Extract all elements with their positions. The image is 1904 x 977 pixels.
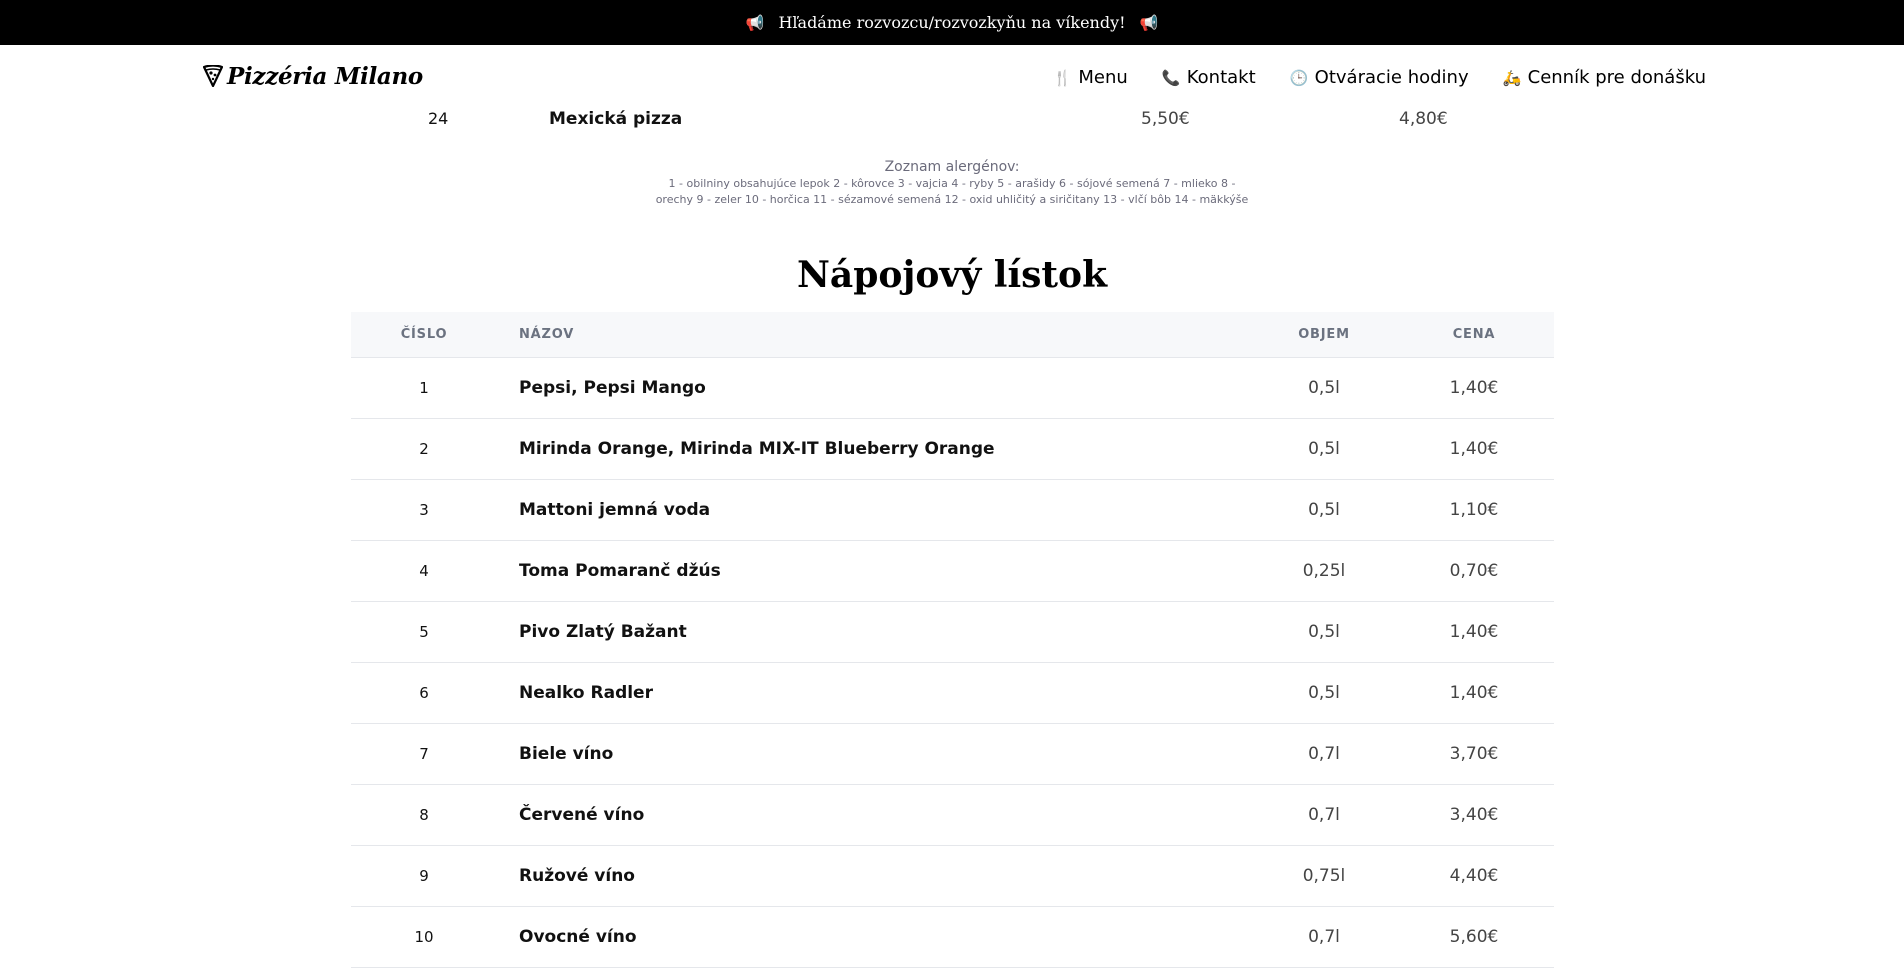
drink-price: 3,70€	[1449, 744, 1499, 764]
drink-price: 1,40€	[1449, 378, 1499, 398]
phone-icon: 📞	[1161, 68, 1181, 87]
drink-price: 1,40€	[1449, 683, 1499, 703]
drink-number: 8	[419, 806, 429, 824]
drink-volume: 0,7l	[1308, 805, 1340, 825]
allergen-line: 1 - obilniny obsahujúce lepok 2 - kôrovc…	[668, 177, 1236, 190]
nav-item-delivery-prices[interactable]: 🛵 Cenník pre donášku	[1503, 67, 1706, 88]
drink-price: 1,40€	[1449, 439, 1499, 459]
table-row: 3 Mattoni jemná voda 0,5l 1,10€	[351, 480, 1554, 541]
drink-name: Pivo Zlatý Bažant	[519, 622, 687, 642]
drink-price: 4,40€	[1449, 866, 1499, 886]
scooter-icon: 🛵	[1502, 68, 1522, 87]
pizza-price: 5,50€	[1141, 109, 1190, 129]
column-header-number: ČÍSLO	[400, 327, 448, 342]
drink-number: 2	[419, 440, 429, 458]
fork-knife-icon: 🍴	[1053, 68, 1073, 87]
table-row: 4 Toma Pomaranč džús 0,25l 0,70€	[351, 541, 1554, 602]
column-header-volume: OBJEM	[1298, 327, 1350, 342]
nav-item-menu[interactable]: 🍴 Menu	[1053, 67, 1127, 88]
announcement-bar: 📢 Hľadáme rozvozcu/rozvozkyňu na víkendy…	[0, 0, 1904, 45]
nav-item-label: Kontakt	[1186, 67, 1256, 88]
drink-volume: 0,5l	[1308, 683, 1340, 703]
logo[interactable]: Pizzéria Milano	[203, 61, 423, 91]
table-row: 2 Mirinda Orange, Mirinda MIX-IT Blueber…	[351, 419, 1554, 480]
drink-number: 10	[414, 928, 434, 946]
table-row: 5 Pivo Zlatý Bažant 0,5l 1,40€	[351, 602, 1554, 663]
drink-name: Ružové víno	[519, 866, 635, 886]
pizza-number: 24	[428, 109, 449, 128]
megaphone-icon: 📢	[745, 13, 765, 32]
drink-price: 1,40€	[1449, 622, 1499, 642]
allergen-list: Zoznam alergénov: 1 - obilniny obsahujúc…	[652, 158, 1252, 208]
table-row: 8 Červené víno 0,7l 3,40€	[351, 785, 1554, 846]
pizza-table-row: 24 Mexická pizza 5,50€ 4,80€	[0, 107, 1904, 133]
drink-volume: 0,25l	[1302, 561, 1346, 581]
drink-number: 3	[419, 501, 429, 519]
drink-name: Červené víno	[519, 805, 645, 825]
drink-number: 6	[419, 684, 429, 702]
drink-number: 7	[419, 745, 429, 763]
pizza-price-alt: 4,80€	[1399, 109, 1448, 129]
main-nav: 🍴 Menu 📞 Kontakt 🕒 Otváracie hodiny 🛵 Ce…	[1053, 67, 1706, 88]
drink-number: 5	[419, 623, 429, 641]
drink-price: 0,70€	[1449, 561, 1499, 581]
drink-volume: 0,7l	[1308, 744, 1340, 764]
drink-number: 9	[419, 867, 429, 885]
column-header-name: NÁZOV	[519, 327, 575, 342]
nav-item-label: Menu	[1078, 67, 1128, 88]
drink-name: Nealko Radler	[519, 683, 653, 703]
nav-item-label: Otváracie hodiny	[1314, 67, 1469, 88]
nav-item-kontakt[interactable]: 📞 Kontakt	[1162, 67, 1256, 88]
drink-price: 1,10€	[1449, 500, 1499, 520]
drink-name: Ovocné víno	[519, 927, 637, 947]
drinks-table: ČÍSLO NÁZOV OBJEM CENA 1 Pepsi, Pepsi Ma…	[351, 312, 1554, 968]
megaphone-icon: 📢	[1139, 13, 1159, 32]
announcement-text: Hľadáme rozvozcu/rozvozkyňu na víkendy!	[778, 13, 1126, 32]
drink-price: 3,40€	[1449, 805, 1499, 825]
drink-volume: 0,7l	[1308, 927, 1340, 947]
table-row: 6 Nealko Radler 0,5l 1,40€	[351, 663, 1554, 724]
nav-item-label: Cenník pre donášku	[1527, 67, 1706, 88]
drink-name: Toma Pomaranč džús	[519, 561, 721, 581]
drink-price: 5,60€	[1449, 927, 1499, 947]
table-row: 9 Ružové víno 0,75l 4,40€	[351, 846, 1554, 907]
navbar: Pizzéria Milano 🍴 Menu 📞 Kontakt 🕒 Otvár…	[0, 45, 1904, 111]
drink-number: 1	[419, 379, 429, 397]
drink-name: Mirinda Orange, Mirinda MIX-IT Blueberry…	[519, 439, 995, 459]
drink-name: Mattoni jemná voda	[519, 500, 711, 520]
drink-volume: 0,75l	[1302, 866, 1346, 886]
table-row: 7 Biele víno 0,7l 3,70€	[351, 724, 1554, 785]
drinks-title: Nápojový lístok	[796, 254, 1108, 296]
allergen-heading: Zoznam alergénov:	[884, 159, 1020, 175]
drink-volume: 0,5l	[1308, 378, 1340, 398]
column-header-price: CENA	[1452, 327, 1496, 342]
drink-name: Pepsi, Pepsi Mango	[519, 378, 706, 398]
drink-name: Biele víno	[519, 744, 614, 764]
table-header: ČÍSLO NÁZOV OBJEM CENA	[351, 312, 1554, 358]
logo-text: Pizzéria Milano	[227, 62, 423, 90]
clock-icon: 🕒	[1289, 68, 1309, 87]
nav-item-opening-hours[interactable]: 🕒 Otváracie hodiny	[1290, 67, 1469, 88]
pizza-name: Mexická pizza	[549, 109, 683, 129]
table-row: 1 Pepsi, Pepsi Mango 0,5l 1,40€	[351, 358, 1554, 419]
pizza-slice-icon	[203, 65, 223, 87]
drink-volume: 0,5l	[1308, 439, 1340, 459]
drink-volume: 0,5l	[1308, 500, 1340, 520]
drink-number: 4	[419, 562, 429, 580]
drink-volume: 0,5l	[1308, 622, 1340, 642]
allergen-line: orechy 9 - zeler 10 - horčica 11 - sézam…	[655, 193, 1249, 206]
table-row: 10 Ovocné víno 0,7l 5,60€	[351, 907, 1554, 968]
